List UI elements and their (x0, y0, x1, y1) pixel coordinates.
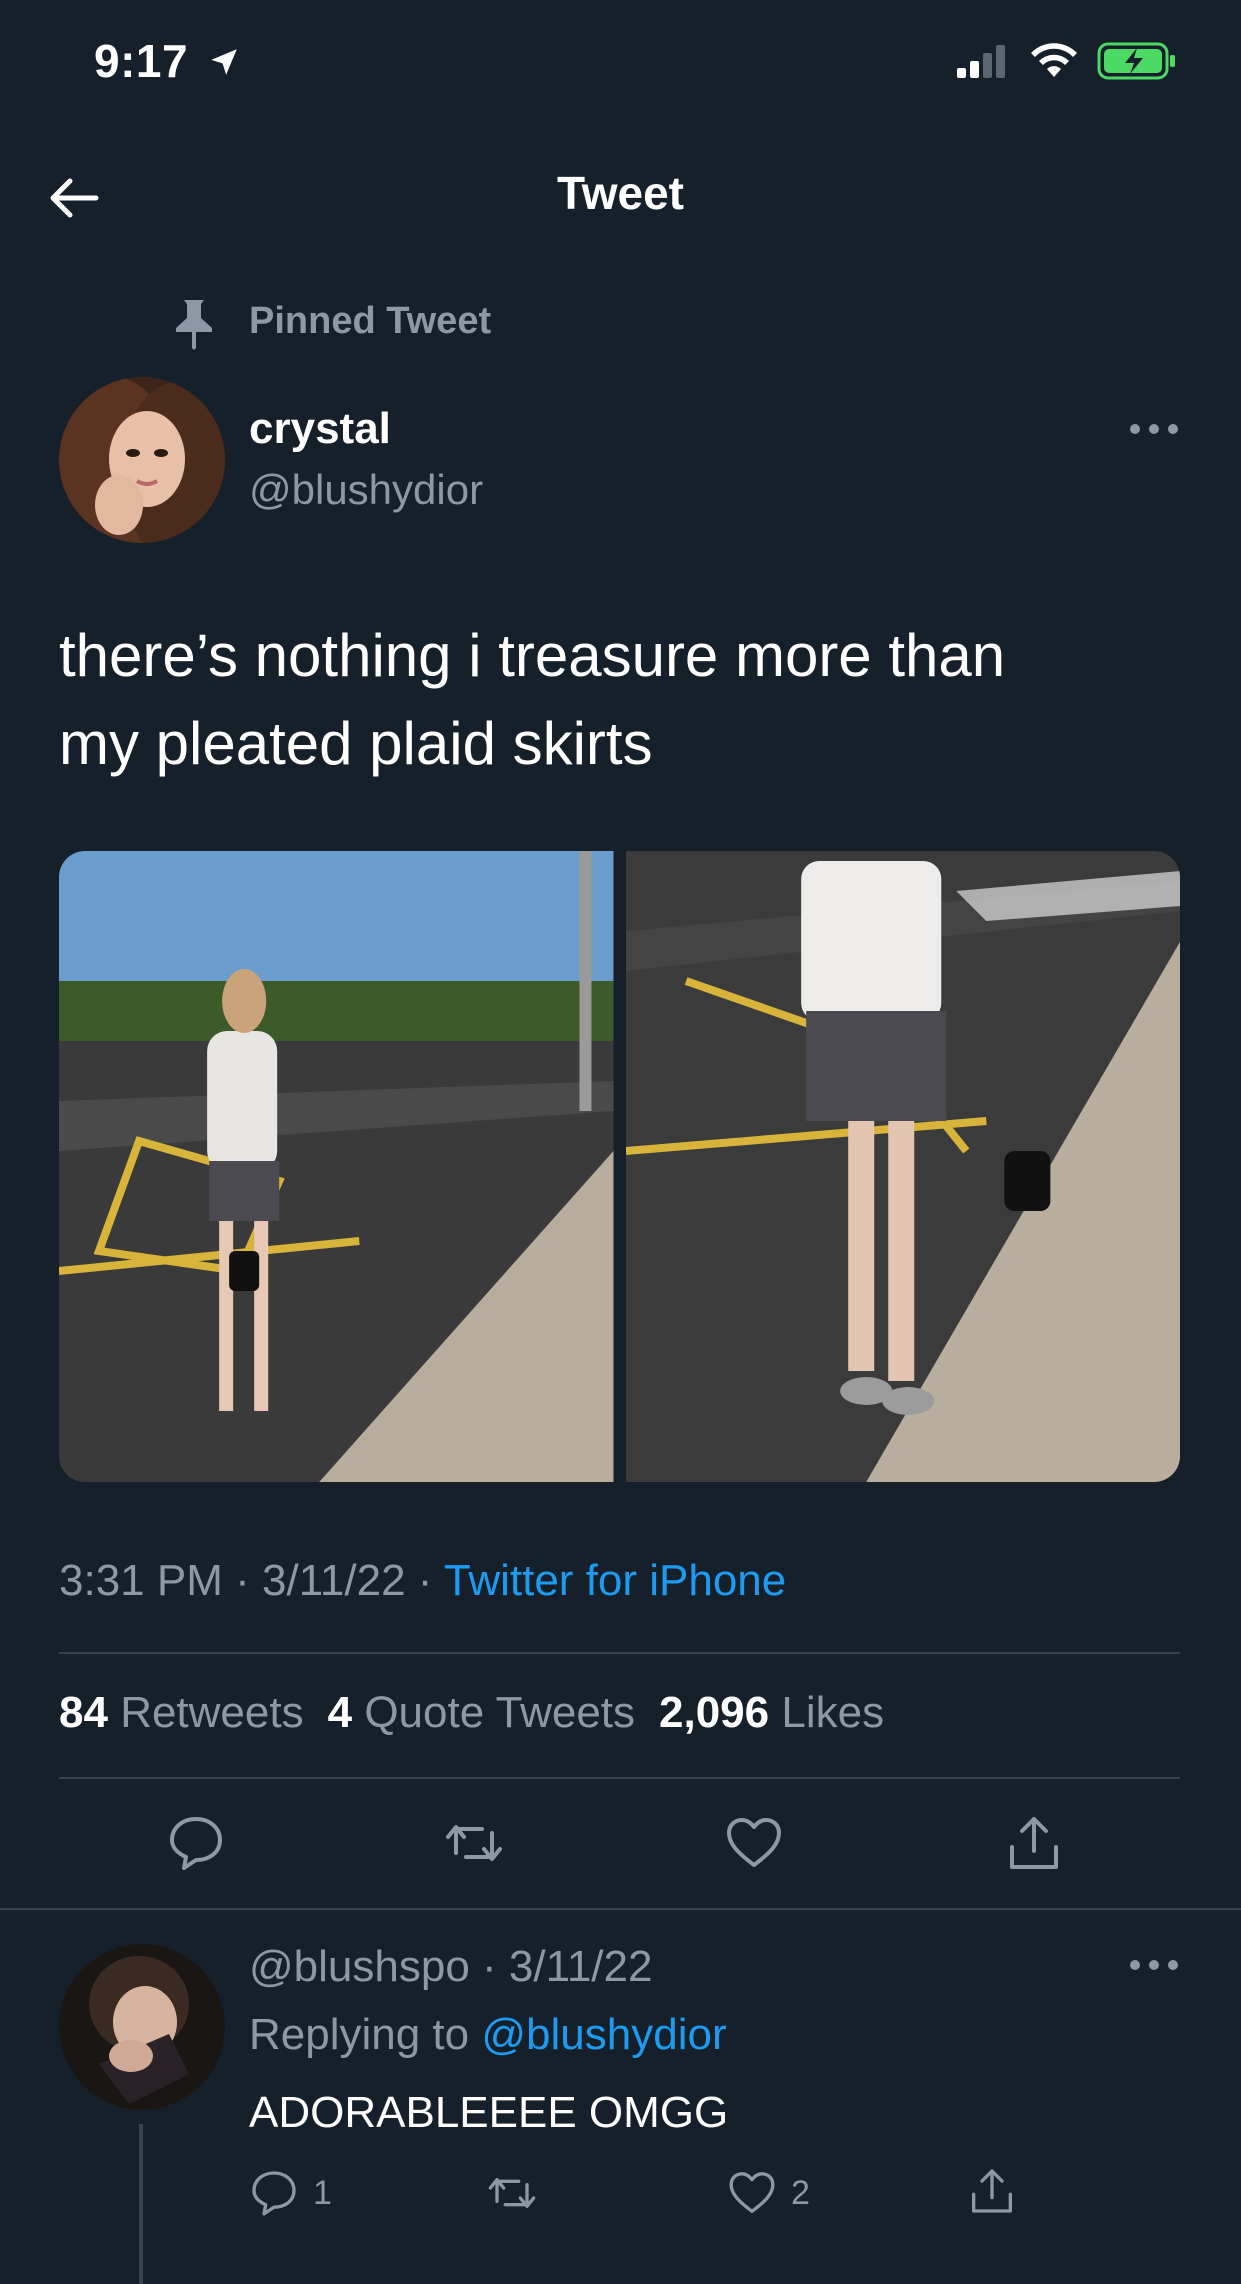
like-icon[interactable] (724, 1813, 784, 1873)
pin-icon (176, 300, 212, 350)
thread-line (139, 2124, 143, 2284)
more-options-icon[interactable] (1130, 422, 1178, 436)
author-handle[interactable]: @blushydior (249, 466, 483, 514)
quote-tweets-stat[interactable]: 4 Quote Tweets (328, 1688, 635, 1738)
reply-reply-action[interactable]: 1 (249, 2168, 332, 2218)
tweet-time: 3:31 PM (59, 1556, 223, 1605)
replying-to-handle-link[interactable]: @blushydior (481, 2010, 726, 2059)
replying-to-label: Replying to (249, 2010, 470, 2059)
divider (59, 1652, 1180, 1654)
reply-avatar-image (59, 1944, 225, 2110)
author-name[interactable]: crystal (249, 404, 391, 454)
like-icon (729, 2172, 775, 2213)
reply-reply-count: 1 (313, 2173, 332, 2212)
tweet-photo-1[interactable] (59, 851, 614, 1482)
wifi-icon (1031, 43, 1077, 77)
retweet-icon[interactable] (444, 1813, 504, 1873)
replying-to: Replying to @blushydior (249, 2010, 727, 2060)
status-time-text: 9:17 (94, 35, 189, 87)
reply-more-options-icon[interactable] (1130, 1958, 1178, 1972)
tweet-stats: 84 Retweets 4 Quote Tweets 2,096 Likes (59, 1688, 884, 1738)
reply-icon[interactable] (166, 1813, 226, 1873)
reply-header: @blushspo · 3/11/22 (249, 1942, 653, 1991)
tweet-text: there’s nothing i treasure more than my … (59, 612, 1179, 788)
author-avatar[interactable] (59, 377, 225, 543)
likes-stat[interactable]: 2,096 Likes (659, 1688, 884, 1738)
reply-handle[interactable]: @blushspo (249, 1942, 470, 1991)
tweet-text-line: there’s nothing i treasure more than (59, 622, 1006, 689)
reply-date: 3/11/22 (508, 1942, 653, 1991)
tweet-text-line: my pleated plaid skirts (59, 710, 653, 777)
pinned-label: Pinned Tweet (249, 300, 492, 342)
tweet-source-link[interactable]: Twitter for iPhone (444, 1556, 786, 1605)
share-icon[interactable] (1004, 1813, 1064, 1873)
tweet-media (59, 851, 1180, 1482)
cellular-signal-icon (957, 45, 1005, 78)
location-arrow-icon (211, 49, 238, 75)
reply-like-action[interactable]: 2 (727, 2168, 810, 2218)
retweets-stat[interactable]: 84 Retweets (59, 1688, 304, 1738)
divider (0, 1908, 1241, 1910)
status-time: 9:17 (94, 34, 241, 88)
reply-like-count: 2 (791, 2173, 810, 2212)
author-avatar-image (59, 377, 225, 543)
page-title: Tweet (557, 167, 684, 219)
share-icon[interactable] (967, 2166, 1017, 2216)
reply-text: ADORABLEEEE OMGG (249, 2088, 729, 2137)
tweet-meta: 3:31 PM · 3/11/22 · Twitter for iPhone (59, 1556, 787, 1605)
retweet-icon[interactable] (487, 2168, 537, 2218)
tweet-date: 3/11/22 (262, 1556, 406, 1605)
tweet-photo-2[interactable] (625, 851, 1181, 1482)
status-indicators (955, 42, 1177, 80)
battery-charging-icon (1097, 42, 1175, 80)
reply-avatar[interactable] (59, 1944, 225, 2110)
divider (59, 1777, 1180, 1779)
reply-icon (252, 2171, 296, 2216)
